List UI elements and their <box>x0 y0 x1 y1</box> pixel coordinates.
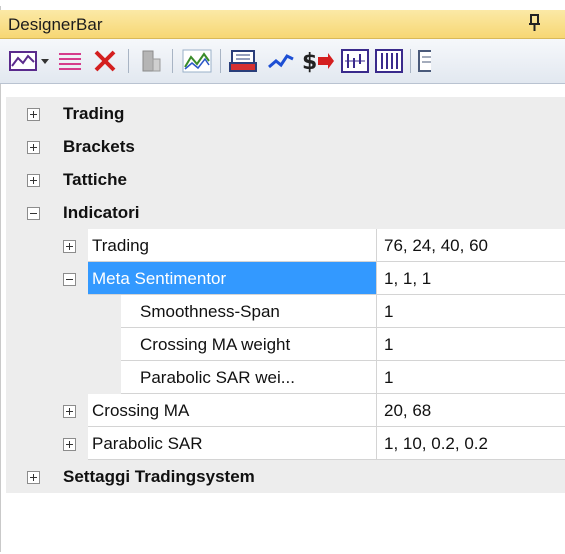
property-value: 76, 24, 40, 60 <box>384 236 488 255</box>
category-label: Brackets <box>63 137 135 156</box>
toolbar-separator <box>220 49 221 73</box>
property-row-trading[interactable]: Trading 76, 24, 40, 60 <box>6 229 565 262</box>
property-name-cell[interactable]: Parabolic SAR <box>88 427 377 460</box>
property-name: Crossing MA <box>92 401 190 420</box>
table-icon[interactable] <box>374 48 404 74</box>
expand-plus-icon[interactable] <box>63 240 76 253</box>
property-name-cell[interactable]: Crossing MA weight <box>121 328 377 361</box>
toolbar: $ <box>0 39 565 84</box>
property-name: Crossing MA weight <box>140 335 291 354</box>
keyboard-icon[interactable] <box>226 48 260 74</box>
dropdown-arrow-icon[interactable] <box>39 48 51 74</box>
property-value-cell[interactable]: 76, 24, 40, 60 <box>377 229 565 262</box>
property-value-cell[interactable]: 1, 10, 0.2, 0.2 <box>377 427 565 460</box>
property-name: Smoothness-Span <box>140 302 280 321</box>
page-icon[interactable] <box>414 48 434 74</box>
bars-chart-icon[interactable] <box>340 48 370 74</box>
wave-icon[interactable] <box>266 48 296 74</box>
dollar-arrow-icon[interactable]: $ <box>300 48 336 74</box>
property-value-cell[interactable]: 1 <box>377 328 565 361</box>
property-name-cell[interactable]: Smoothness-Span <box>121 295 377 328</box>
expand-plus-icon[interactable] <box>27 108 40 121</box>
expand-plus-icon[interactable] <box>63 405 76 418</box>
property-value-cell[interactable]: 1 <box>377 295 565 328</box>
lines-icon[interactable] <box>55 48 85 74</box>
property-row-crossing-ma-weight[interactable]: Crossing MA weight 1 <box>6 328 565 361</box>
category-label: Indicatori <box>63 203 140 222</box>
designerbar-panel: DesignerBar $ Trading Brackets Tattiche … <box>0 0 565 554</box>
pin-icon[interactable] <box>528 14 542 37</box>
property-name-cell[interactable]: Parabolic SAR wei... <box>121 361 377 394</box>
chart-icon[interactable] <box>8 48 38 74</box>
property-name-cell-selected[interactable]: Meta Sentimentor <box>88 262 377 295</box>
property-name: Trading <box>92 236 150 255</box>
toolbar-separator <box>410 49 411 73</box>
block-icon[interactable] <box>136 48 166 74</box>
property-row-parabolic-sar-weight[interactable]: Parabolic SAR wei... 1 <box>6 361 565 394</box>
collapse-minus-icon[interactable] <box>27 207 40 220</box>
property-value-cell[interactable]: 1 <box>377 361 565 394</box>
property-value: 1, 1, 1 <box>384 269 432 288</box>
property-row-crossing-ma[interactable]: Crossing MA 20, 68 <box>6 394 565 427</box>
property-name-cell[interactable]: Crossing MA <box>88 394 377 427</box>
property-grid: Trading Brackets Tattiche Indicatori Tra… <box>6 97 565 552</box>
panel-title: DesignerBar <box>8 15 103 34</box>
expand-plus-icon[interactable] <box>63 438 76 451</box>
delete-icon[interactable] <box>90 48 120 74</box>
property-name: Parabolic SAR <box>92 434 203 453</box>
property-value: 1 <box>384 368 394 387</box>
expand-plus-icon[interactable] <box>27 141 40 154</box>
property-value-cell[interactable]: 1, 1, 1 <box>377 262 565 295</box>
category-settaggi-tradingsystem[interactable]: Settaggi Tradingsystem <box>6 460 565 493</box>
property-row-smoothness-span[interactable]: Smoothness-Span 1 <box>6 295 565 328</box>
panel-border <box>0 6 1 552</box>
property-name: Meta Sentimentor <box>92 269 227 288</box>
property-value: 20, 68 <box>384 401 432 420</box>
property-row-parabolic-sar[interactable]: Parabolic SAR 1, 10, 0.2, 0.2 <box>6 427 565 460</box>
grid-empty-area <box>6 493 565 552</box>
category-label: Trading <box>63 104 125 123</box>
expand-plus-icon[interactable] <box>27 174 40 187</box>
collapse-minus-icon[interactable] <box>63 273 76 286</box>
property-value: 1, 10, 0.2, 0.2 <box>384 434 488 453</box>
category-label: Settaggi Tradingsystem <box>63 467 255 486</box>
property-name: Parabolic SAR wei... <box>140 368 295 387</box>
category-indicatori[interactable]: Indicatori <box>6 196 565 229</box>
property-value-cell[interactable]: 20, 68 <box>377 394 565 427</box>
indicator-icon[interactable] <box>180 48 214 74</box>
property-name-cell[interactable]: Trading <box>88 229 377 262</box>
panel-title-bar[interactable]: DesignerBar <box>0 10 565 39</box>
property-value: 1 <box>384 302 394 321</box>
category-tattiche[interactable]: Tattiche <box>6 163 565 196</box>
category-brackets[interactable]: Brackets <box>6 130 565 163</box>
toolbar-separator <box>128 49 129 73</box>
category-label: Tattiche <box>63 170 127 189</box>
expand-plus-icon[interactable] <box>27 471 40 484</box>
category-trading[interactable]: Trading <box>6 97 565 130</box>
property-row-meta-sentimentor[interactable]: Meta Sentimentor 1, 1, 1 <box>6 262 565 295</box>
property-value: 1 <box>384 335 394 354</box>
svg-text:$: $ <box>302 50 317 74</box>
toolbar-separator <box>172 49 173 73</box>
